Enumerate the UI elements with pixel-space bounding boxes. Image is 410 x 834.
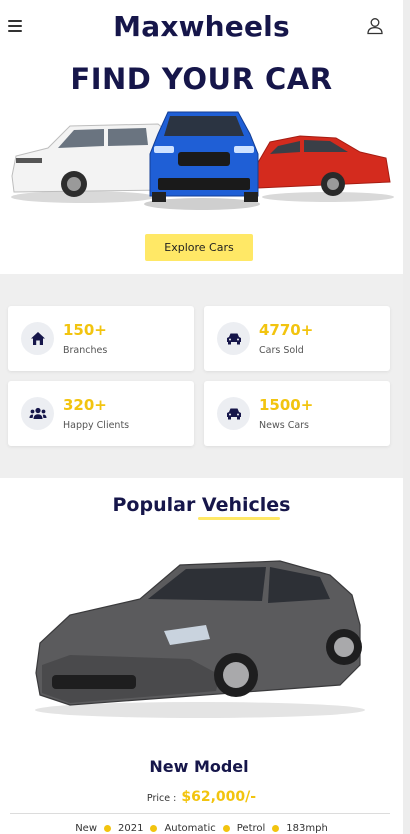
stat-card-happy-clients: 320+ Happy Clients — [8, 381, 194, 446]
title-underline — [198, 517, 280, 520]
vehicle-model-name[interactable]: New Model — [0, 757, 398, 776]
user-icon[interactable] — [366, 17, 384, 35]
price-row: Price : $62,000/- — [0, 786, 403, 805]
stat-card-cars-sold: 4770+ Cars Sold — [204, 306, 390, 371]
blue-suv-image — [144, 111, 260, 210]
top-header: Maxwheels — [0, 0, 403, 56]
page-scrollbar[interactable] — [403, 0, 410, 834]
vehicle-specs: New 2021 Automatic Petrol 183mph — [0, 823, 403, 834]
red-sedan-image — [255, 135, 394, 202]
stat-value: 4770+ — [259, 321, 314, 339]
white-suv-image — [11, 123, 171, 203]
vehicle-image[interactable] — [30, 555, 370, 725]
spec-condition: New — [75, 823, 111, 834]
spec-fuel: Petrol — [237, 823, 280, 834]
brand-logo[interactable]: Maxwheels — [0, 10, 403, 43]
popular-vehicles-title: Popular Vehicles — [112, 494, 291, 516]
price-value: $62,000/- — [181, 789, 257, 805]
spec-top-speed: 183mph — [286, 823, 328, 834]
users-icon — [21, 397, 54, 430]
stat-card-news-cars: 1500+ News Cars — [204, 381, 390, 446]
stat-label: Cars Sold — [259, 345, 304, 356]
stat-label: Happy Clients — [63, 420, 130, 431]
stat-value: 320+ — [63, 396, 107, 414]
explore-cars-button[interactable]: Explore Cars — [145, 234, 253, 261]
price-label: Price : — [146, 793, 177, 804]
stat-card-branches: 150+ Branches — [8, 306, 194, 371]
car-icon — [217, 397, 250, 430]
home-icon — [21, 322, 54, 355]
spec-year: 2021 — [118, 823, 158, 834]
hero-title: FIND YOUR CAR — [70, 62, 333, 96]
stat-value: 1500+ — [259, 396, 314, 414]
car-icon — [217, 322, 250, 355]
spec-transmission: Automatic — [164, 823, 230, 834]
stat-value: 150+ — [63, 321, 107, 339]
divider — [10, 813, 390, 814]
hero-cars-image — [11, 111, 394, 210]
stats-section: 150+ Branches 4770+ Cars Sold 320+ Happy… — [0, 274, 403, 478]
stat-label: Branches — [63, 345, 108, 356]
stat-label: News Cars — [259, 420, 310, 431]
